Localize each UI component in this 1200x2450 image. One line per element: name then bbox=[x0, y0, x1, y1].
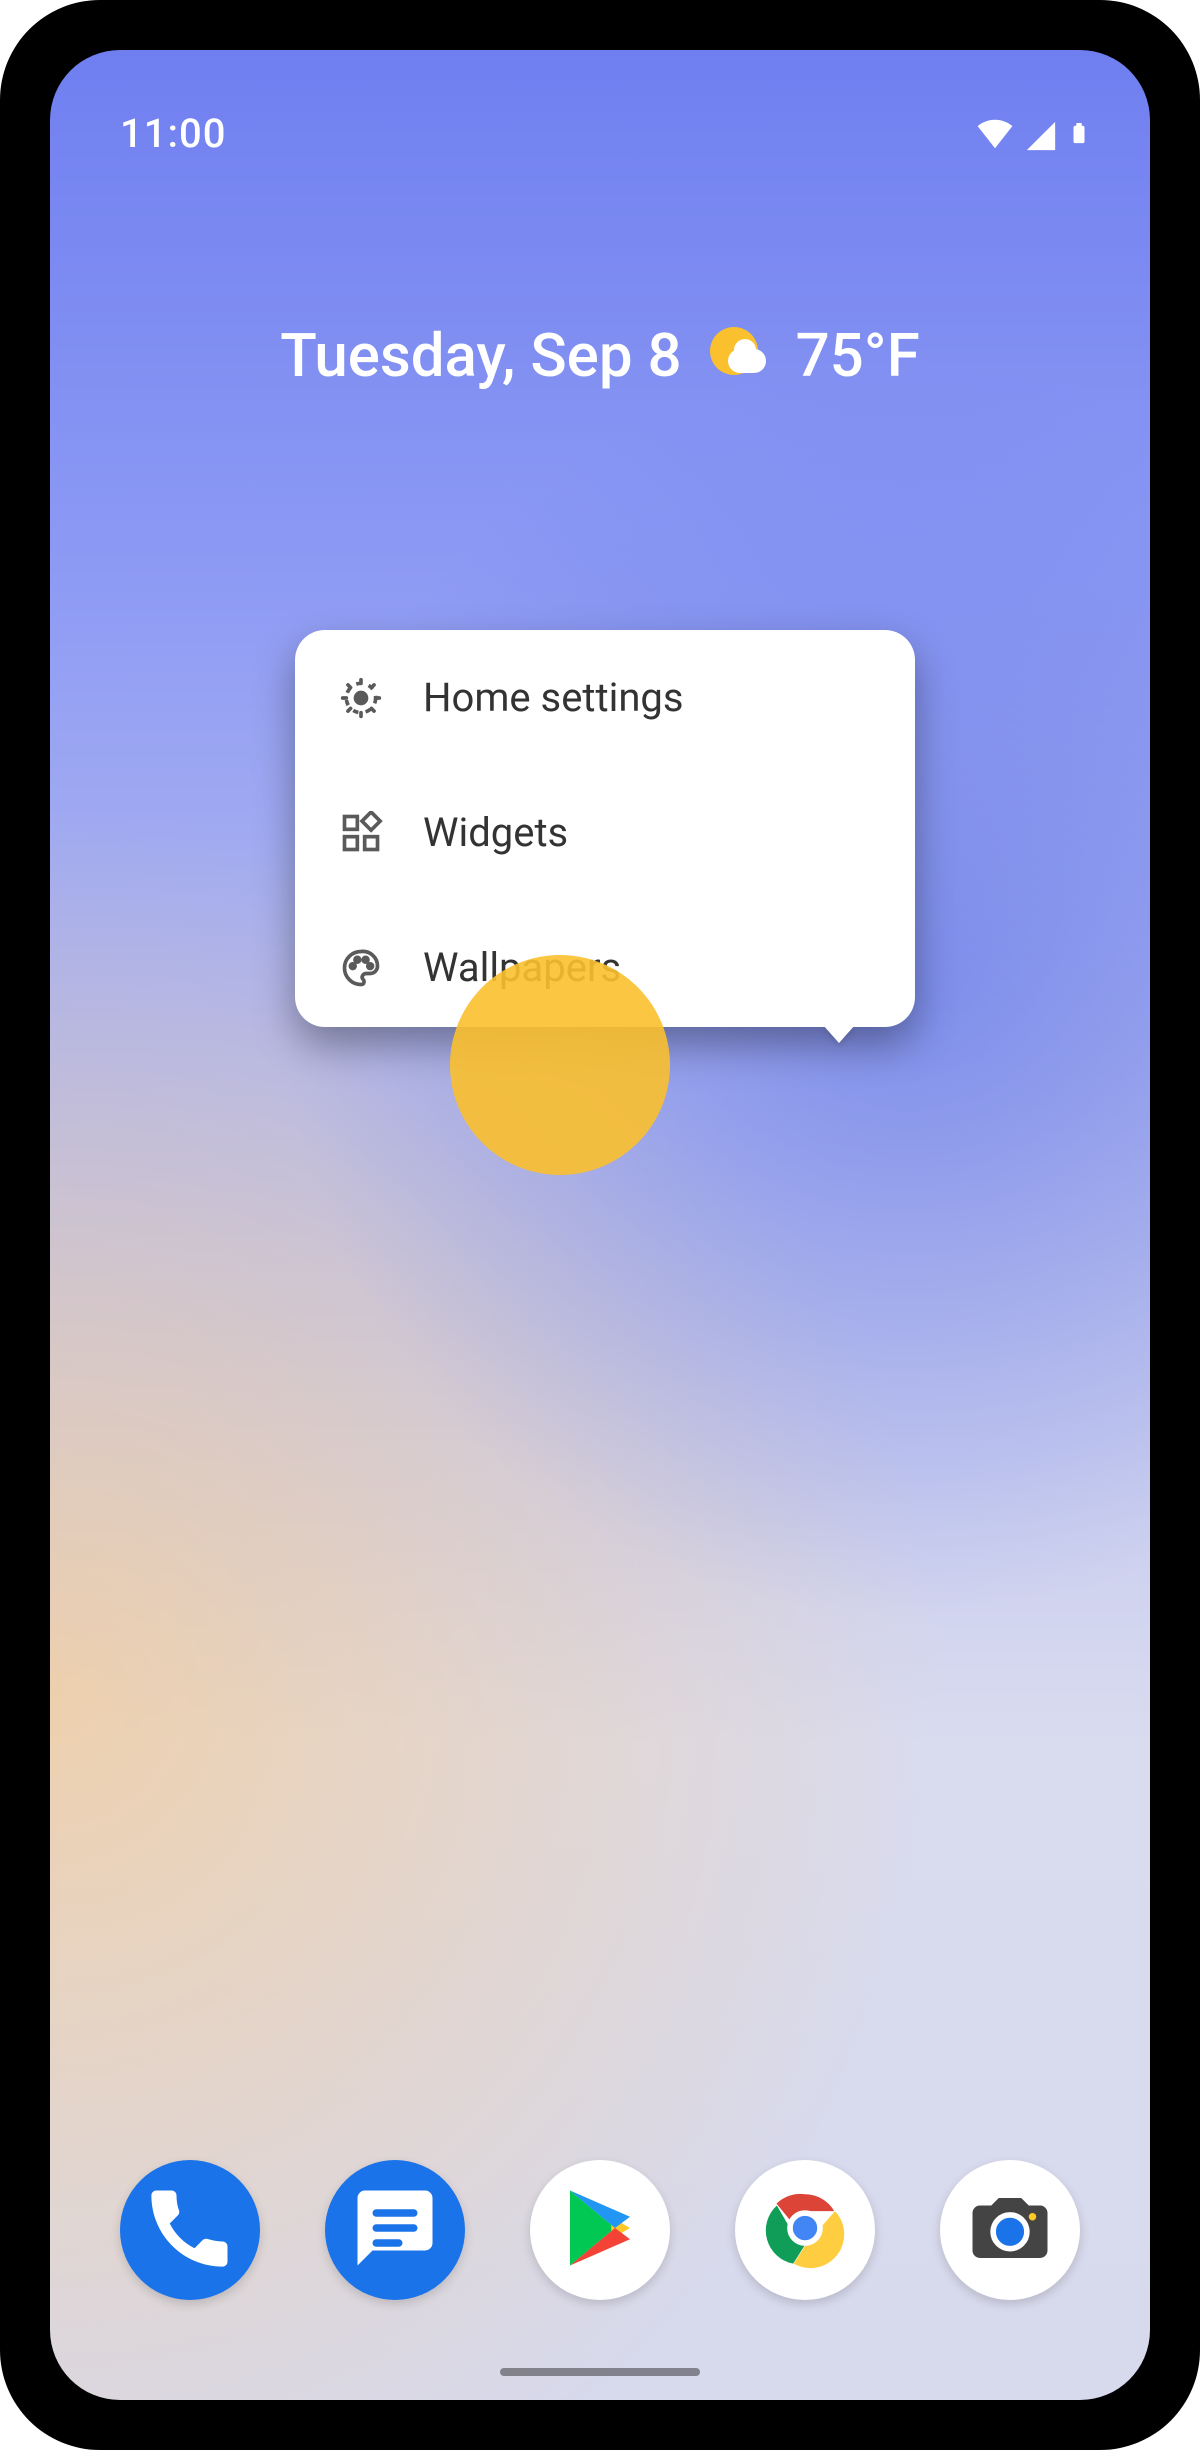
gesture-nav-bar[interactable] bbox=[500, 2368, 700, 2376]
dock-app-chrome[interactable] bbox=[735, 2160, 875, 2300]
camera-icon bbox=[965, 2183, 1055, 2277]
gear-icon bbox=[339, 676, 383, 720]
date-weather-widget[interactable]: Tuesday, Sep 8 75°F bbox=[50, 320, 1150, 391]
weather-icon bbox=[710, 327, 768, 385]
cellular-icon bbox=[1024, 119, 1058, 153]
touch-indicator bbox=[450, 955, 670, 1175]
palette-icon bbox=[339, 946, 383, 990]
power-button[interactable] bbox=[1196, 660, 1200, 800]
dock bbox=[120, 2160, 1080, 2300]
chrome-icon bbox=[760, 2183, 850, 2277]
messages-icon bbox=[350, 2183, 440, 2277]
phone-frame: 11:00 Tuesday, Sep 8 bbox=[0, 0, 1200, 2450]
status-time: 11:00 bbox=[120, 110, 226, 157]
widgets-icon bbox=[339, 811, 383, 855]
dock-app-messages[interactable] bbox=[325, 2160, 465, 2300]
wifi-icon bbox=[976, 115, 1014, 153]
temperature-text: 75°F bbox=[796, 320, 920, 391]
menu-item-label: Home settings bbox=[423, 674, 684, 721]
menu-item-label: Widgets bbox=[423, 809, 568, 856]
home-screen[interactable]: 11:00 Tuesday, Sep 8 bbox=[50, 50, 1150, 2400]
playstore-icon bbox=[555, 2183, 645, 2277]
status-indicators bbox=[976, 115, 1090, 153]
menu-item-widgets[interactable]: Widgets bbox=[295, 765, 915, 900]
date-text: Tuesday, Sep 8 bbox=[280, 320, 681, 391]
dock-app-camera[interactable] bbox=[940, 2160, 1080, 2300]
dock-app-phone[interactable] bbox=[120, 2160, 260, 2300]
status-bar: 11:00 bbox=[120, 110, 1090, 157]
menu-item-home-settings[interactable]: Home settings bbox=[295, 630, 915, 765]
dock-app-playstore[interactable] bbox=[530, 2160, 670, 2300]
phone-icon bbox=[145, 2183, 235, 2277]
battery-icon bbox=[1068, 115, 1090, 153]
